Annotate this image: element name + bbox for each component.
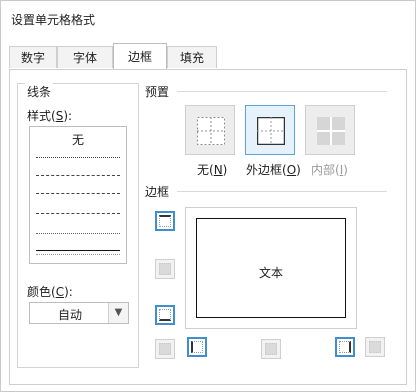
left-border-button[interactable] — [187, 337, 207, 357]
border-separator — [177, 191, 387, 192]
border-preview[interactable]: 文本 — [185, 207, 357, 329]
line-style-list[interactable]: 无 — [29, 126, 127, 264]
presets-separator — [177, 91, 387, 92]
middle-vertical-border-button[interactable] — [261, 339, 281, 359]
diagonal-down-border-button[interactable] — [365, 337, 385, 357]
border-title: 边框 — [145, 183, 170, 200]
line-group-title: 线条 — [25, 83, 54, 100]
line-style-dashed[interactable] — [36, 213, 120, 214]
bottom-border-button[interactable] — [155, 305, 175, 325]
preset-outline-button[interactable] — [245, 105, 295, 155]
top-border-icon — [159, 215, 171, 227]
preset-inside-label: 内部(I) — [311, 163, 348, 177]
middle-horizontal-border-button[interactable] — [155, 259, 175, 279]
tab-border[interactable]: 边框 — [113, 43, 167, 70]
outline-border-icon — [257, 117, 285, 145]
color-select-value: 自动 — [57, 308, 82, 322]
line-style-none[interactable]: 无 — [30, 131, 126, 148]
line-style-selected-thin[interactable] — [36, 250, 120, 255]
line-style-hair[interactable] — [36, 233, 120, 234]
preview-text: 文本 — [258, 266, 283, 280]
tab-font[interactable]: 字体 — [57, 46, 113, 68]
right-border-button[interactable] — [335, 337, 355, 357]
format-cells-dialog: 设置单元格格式 数字 字体 边框 填充 线条 样式(S): 无 颜色(C): 自… — [0, 0, 416, 392]
diagonal-up-border-button[interactable] — [155, 339, 175, 359]
tab-bar: 数字 字体 边框 填充 — [1, 43, 416, 70]
none-border-icon — [197, 117, 225, 145]
style-label: 样式(S): — [27, 107, 73, 124]
middle-vertical-border-icon — [265, 343, 277, 355]
tab-fill[interactable]: 填充 — [167, 46, 217, 68]
right-border-icon — [339, 341, 351, 353]
chevron-down-icon[interactable]: ▼ — [108, 303, 128, 323]
diagonal-up-border-icon — [159, 343, 171, 355]
line-style-dash-dot[interactable] — [36, 193, 120, 194]
tab-number[interactable]: 数字 — [9, 46, 57, 68]
presets-title: 预置 — [145, 83, 170, 100]
color-label: 颜色(C): — [27, 283, 73, 300]
middle-horizontal-border-icon — [159, 263, 171, 275]
preview-cell: 文本 — [196, 218, 346, 318]
dialog-title: 设置单元格格式 — [11, 13, 96, 27]
diagonal-down-border-icon — [369, 341, 381, 353]
top-border-button[interactable] — [155, 211, 175, 231]
preset-outline-label: 外边框(O) — [246, 163, 301, 177]
preset-none-label: 无(N) — [197, 163, 228, 177]
line-style-dotted[interactable] — [36, 157, 120, 158]
preset-none-button[interactable] — [185, 105, 235, 155]
color-select[interactable]: 自动 ▼ — [29, 302, 129, 324]
line-style-dash-dot-dot[interactable] — [36, 175, 120, 176]
preset-inside-button[interactable] — [305, 105, 355, 155]
inside-border-icon — [317, 117, 345, 145]
left-border-icon — [191, 341, 203, 353]
bottom-border-icon — [159, 309, 171, 321]
